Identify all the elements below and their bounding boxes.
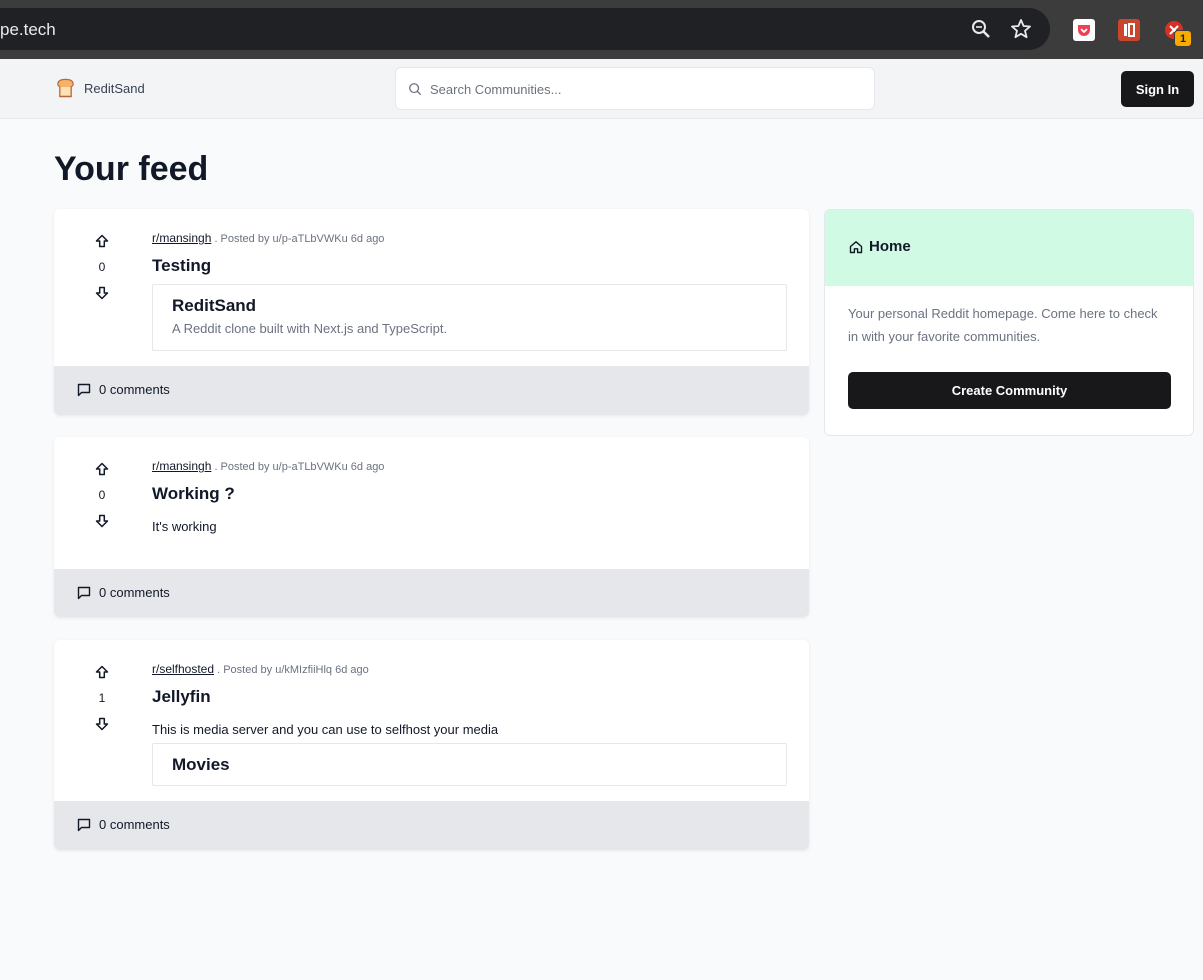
home-icon [849,241,863,254]
post-byline: . Posted by u/p-aTLbVWKu 6d ago [214,233,385,245]
upvote-arrow-icon[interactable] [95,462,109,476]
post-embed[interactable]: Movies [152,743,787,786]
vote-column: 1 [84,665,120,731]
subreddit-link[interactable]: r/selfhosted [152,662,214,676]
vote-column: 0 [84,462,120,528]
search-input[interactable] [430,78,860,100]
upvote-arrow-icon[interactable] [95,234,109,248]
post-title[interactable]: Working ? [152,484,235,504]
comment-icon [77,586,91,600]
post-score: 0 [98,488,106,502]
subreddit-link[interactable]: r/mansingh [152,231,211,245]
post-embed[interactable]: ReditSand A Reddit clone built with Next… [152,284,787,351]
post-body: It's working [152,519,217,534]
brand-name[interactable]: ReditSand [84,81,145,96]
post-card: 0 r/mansingh . Posted by u/p-aTLbVWKu 6d… [54,437,809,617]
comment-count[interactable]: 0 comments [99,817,170,832]
sidebar-header: Home [825,210,1193,286]
post-meta: r/selfhosted . Posted by u/kMIzfiiHlq 6d… [152,662,369,676]
post-body: This is media server and you can use to … [152,722,499,737]
post-card: 0 r/mansingh . Posted by u/p-aTLbVWKu 6d… [54,209,809,415]
embed-description: A Reddit clone built with Next.js and Ty… [172,321,448,336]
post-byline: . Posted by u/p-aTLbVWKu 6d ago [214,461,385,473]
bread-logo-icon[interactable] [54,76,77,100]
zoom-icon[interactable] [969,17,993,41]
app-header: ReditSand Sign In [0,59,1203,119]
extension-icon[interactable] [1118,19,1140,41]
address-bar[interactable] [0,8,1050,50]
post-footer[interactable]: 0 comments [54,801,809,850]
address-url[interactable]: pe.tech [0,19,56,41]
downvote-arrow-icon[interactable] [95,717,109,731]
post-footer[interactable]: 0 comments [54,366,809,415]
post-score: 0 [98,260,106,274]
downvote-arrow-icon[interactable] [95,514,109,528]
pocket-extension-icon[interactable] [1073,19,1095,41]
upvote-arrow-icon[interactable] [95,665,109,679]
home-sidebar: Home Your personal Reddit homepage. Come… [824,209,1194,436]
post-score: 1 [98,691,106,705]
sign-in-button[interactable]: Sign In [1121,71,1194,107]
vote-column: 0 [84,234,120,300]
comment-count[interactable]: 0 comments [99,585,170,600]
downvote-arrow-icon[interactable] [95,286,109,300]
comment-count[interactable]: 0 comments [99,382,170,397]
browser-toolbar: pe.tech 1 [0,0,1203,59]
post-card: 1 r/selfhosted . Posted by u/kMIzfiiHlq … [54,640,809,850]
create-community-button[interactable]: Create Community [848,372,1171,409]
page-title: Your feed [54,150,209,188]
subreddit-link[interactable]: r/mansingh [152,459,211,473]
embed-title: ReditSand [172,296,257,315]
post-title[interactable]: Testing [152,256,211,276]
embed-title: Movies [172,755,230,774]
bookmark-star-icon[interactable] [1009,17,1033,41]
extension-badge: 1 [1174,30,1192,47]
sidebar-description: Your personal Reddit homepage. Come here… [848,306,1158,344]
comment-icon [77,383,91,397]
comment-icon [77,818,91,832]
post-meta: r/mansingh . Posted by u/p-aTLbVWKu 6d a… [152,459,384,473]
post-title[interactable]: Jellyfin [152,687,211,707]
post-meta: r/mansingh . Posted by u/p-aTLbVWKu 6d a… [152,231,384,245]
post-byline: . Posted by u/kMIzfiiHlq 6d ago [217,664,369,676]
sidebar-heading: Home [869,238,911,255]
search-box[interactable] [395,67,875,110]
post-footer[interactable]: 0 comments [54,569,809,617]
search-icon [409,83,422,96]
